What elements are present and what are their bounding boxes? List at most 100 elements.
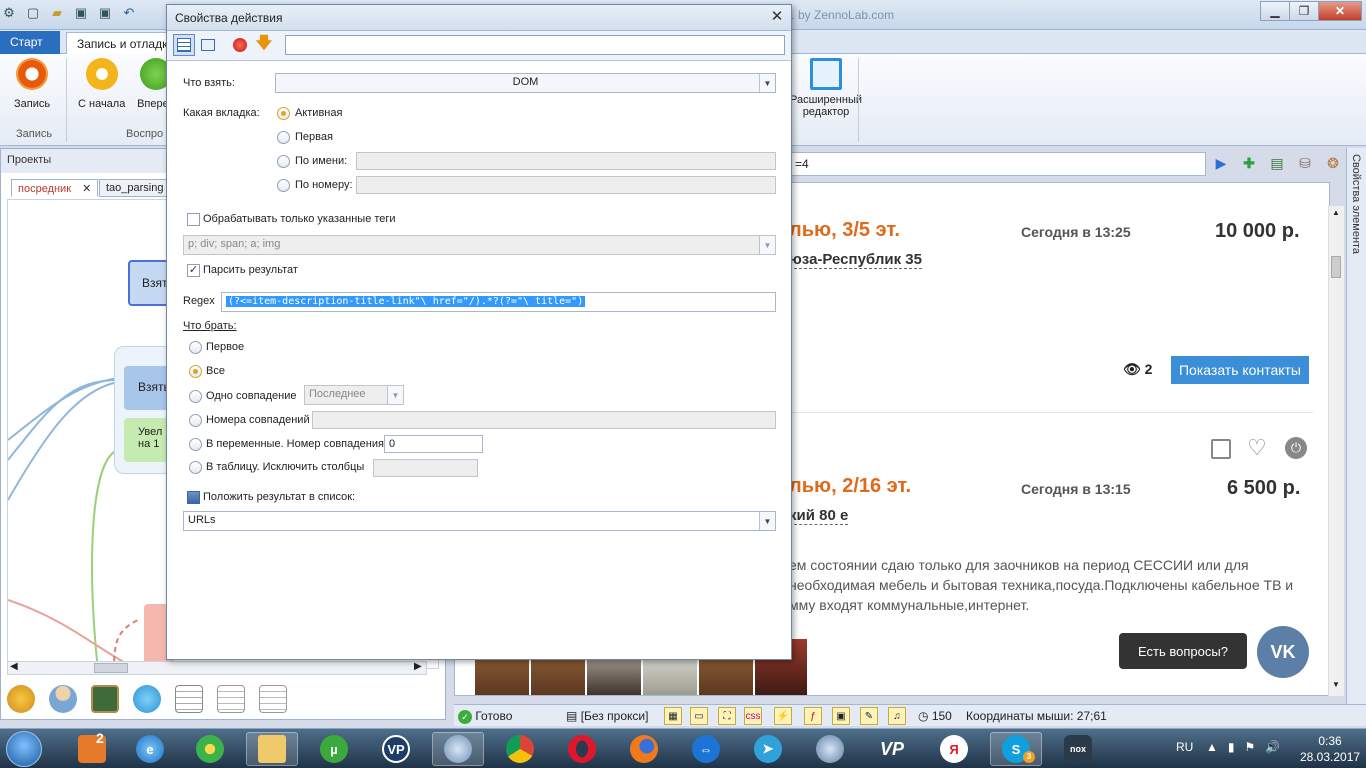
new-file-icon[interactable]: ▢ [24, 4, 42, 22]
clock[interactable]: 0:36 28.03.2017 [1300, 733, 1360, 765]
listing-title[interactable]: лью, 3/5 эт. [789, 219, 900, 242]
favorite-icon[interactable]: ♡ [1247, 435, 1267, 461]
match-numbers-field[interactable] [312, 411, 776, 429]
edit-settings-icon[interactable] [197, 34, 219, 56]
listing-title[interactable]: лью, 2/16 эт. [789, 475, 911, 498]
scroll-thumb[interactable] [1331, 256, 1341, 278]
radio-tab-first[interactable] [277, 131, 290, 144]
formula-icon[interactable] [91, 685, 119, 713]
taskbar-app[interactable]: 2 [66, 730, 118, 766]
close-icon[interactable]: ✕ [769, 9, 785, 25]
open-folder-icon[interactable]: ▰ [48, 4, 66, 22]
capture-toggle-icon[interactable]: ⛶ [718, 707, 736, 725]
result-list-select[interactable]: URLs ▼ [183, 511, 776, 531]
element-properties-side-tab[interactable]: Свойства элемента [1346, 148, 1366, 720]
chevron-down-icon[interactable]: ▼ [759, 236, 775, 254]
taskbar-app[interactable]: ➤ [742, 732, 794, 766]
parse-result-checkbox[interactable]: ✓ [187, 264, 200, 277]
add-icon[interactable]: ✚ [1240, 154, 1258, 172]
close-button[interactable]: ✕ [1318, 1, 1362, 21]
undo-icon[interactable]: ↶ [120, 4, 138, 22]
radio-tab-by-name[interactable] [277, 155, 290, 168]
images-toggle-icon[interactable]: ▦ [664, 707, 682, 725]
radio-take-to-vars[interactable] [189, 438, 202, 451]
tab-start[interactable]: Старт [0, 31, 60, 54]
sound-toggle-icon[interactable]: ♫ [888, 707, 906, 725]
taskbar-app[interactable]: e [124, 732, 176, 766]
save-icon[interactable]: ▣ [72, 4, 90, 22]
only-tags-checkbox[interactable] [187, 213, 200, 226]
to-vars-number-field[interactable]: 0 [384, 435, 483, 453]
taskbar-app[interactable] [432, 732, 484, 766]
cookie-icon[interactable]: ❂ [1324, 154, 1342, 172]
taskbar-app[interactable]: VP [370, 732, 422, 766]
one-match-select[interactable]: Последнее ▼ [304, 385, 404, 405]
shield-icon[interactable]: ⚙ [0, 4, 18, 22]
network-icon[interactable]: ▮ [1228, 740, 1235, 754]
listing-address[interactable]: юза-Республик 35 [789, 251, 922, 269]
proxy-status[interactable]: ▤ [Без прокси] [566, 709, 648, 723]
css-toggle-icon[interactable]: css [744, 707, 762, 725]
record-stop-icon[interactable] [229, 34, 251, 56]
taskbar-app[interactable] [184, 732, 236, 766]
flash-toggle-icon[interactable]: ƒ [804, 707, 822, 725]
list-view-icon[interactable] [173, 34, 195, 56]
scroll-down-icon[interactable]: ▼ [1332, 680, 1340, 689]
taskbar-app[interactable] [618, 732, 670, 766]
dialog-search-input[interactable] [285, 35, 785, 55]
scroll-thumb[interactable] [94, 663, 128, 673]
vk-icon[interactable]: VK [1257, 626, 1309, 678]
chevron-up-icon[interactable]: ▲ [1206, 740, 1218, 754]
scroll-up-icon[interactable]: ▲ [1332, 208, 1340, 217]
put-result-checkbox[interactable] [187, 491, 200, 504]
radio-tab-by-number[interactable] [277, 179, 290, 192]
arrow-down-icon[interactable]: 🡇 [253, 34, 275, 56]
scroll-right-icon[interactable]: ▶ [414, 661, 422, 672]
chevron-down-icon[interactable]: ▼ [759, 512, 775, 530]
taskbar-app[interactable]: ⇔ [680, 732, 732, 766]
js-toggle-icon[interactable]: ⚡ [774, 707, 792, 725]
from-start-button[interactable]: С начала [78, 58, 125, 110]
taskbar-app[interactable]: nox [1052, 732, 1104, 766]
taskbar-app[interactable]: VP [866, 732, 918, 766]
chat-bubble[interactable]: Есть вопросы? [1119, 633, 1247, 669]
minimize-button[interactable]: ▁ [1260, 1, 1290, 21]
notes-icon[interactable]: ▤ [1268, 154, 1286, 172]
popups-toggle-icon[interactable]: ✎ [860, 707, 878, 725]
go-icon[interactable]: ▶ [1212, 154, 1230, 172]
listing-address[interactable]: кий 80 е [789, 507, 849, 525]
scroll-left-icon[interactable]: ◀ [10, 661, 18, 672]
taskbar-app[interactable]: Я [928, 732, 980, 766]
regex-input[interactable]: (?<=item-description-title-link"\ href="… [221, 292, 776, 312]
user-icon[interactable] [49, 685, 77, 713]
taskbar-app[interactable] [494, 732, 546, 766]
chevron-down-icon[interactable]: ▼ [759, 74, 775, 92]
tab-name-field[interactable] [356, 152, 776, 170]
robot-icon[interactable] [133, 685, 161, 713]
taskbar-app[interactable]: µ [308, 732, 360, 766]
address-bar[interactable]: =4 [788, 152, 1206, 176]
tags-select[interactable]: p; div; span; a; img ▼ [183, 235, 776, 255]
language-indicator[interactable]: RU [1176, 740, 1193, 754]
exclude-columns-field[interactable] [373, 459, 478, 477]
database-icon[interactable]: ⛁ [1296, 154, 1314, 172]
radio-take-all[interactable] [189, 365, 202, 378]
notes-icon[interactable] [1211, 439, 1231, 459]
list-icon[interactable] [217, 685, 245, 713]
flag-icon[interactable]: ⚑ [1245, 740, 1256, 754]
media-toggle-icon[interactable]: ▣ [832, 707, 850, 725]
radio-take-first[interactable] [189, 341, 202, 354]
taskbar-app[interactable] [804, 732, 856, 766]
save-all-icon[interactable]: ▣ [96, 4, 114, 22]
tab-project-posrednik[interactable]: посредник ✕ [11, 179, 99, 197]
browser-vertical-scrollbar[interactable]: ▲ ▼ [1328, 206, 1344, 696]
table-icon[interactable] [175, 685, 203, 713]
radio-take-to-table[interactable] [189, 461, 202, 474]
start-button[interactable] [6, 731, 42, 767]
extended-editor-button[interactable]: Расширенный редактор [790, 58, 862, 118]
projects-horizontal-scrollbar[interactable]: ◀ ▶ [7, 661, 427, 675]
hide-icon[interactable]: ⏻ [1285, 437, 1307, 459]
radio-take-one-match[interactable] [189, 390, 202, 403]
taskbar-app[interactable] [246, 732, 298, 766]
taskbar-app[interactable] [556, 732, 608, 766]
